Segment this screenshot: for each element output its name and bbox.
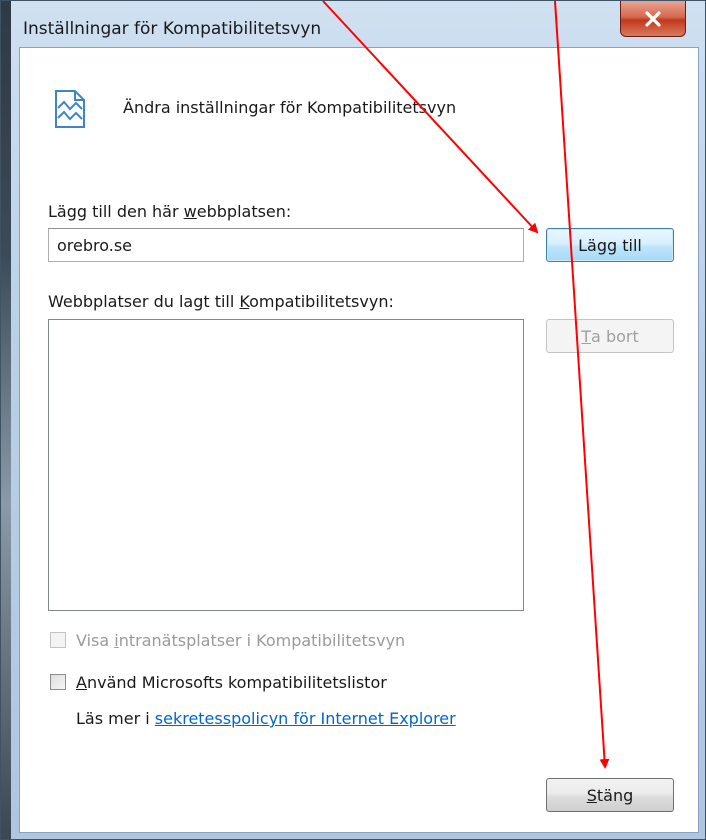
close-x-icon xyxy=(645,10,661,27)
add-site-label: Lägg till den här webbplatsen: xyxy=(48,202,292,221)
intranet-checkbox[interactable] xyxy=(50,632,66,648)
dialog-heading: Ändra inställningar för Kompatibilitetsv… xyxy=(123,98,457,117)
privacy-line: Läs mer i sekretesspolicyn för Internet … xyxy=(76,709,456,728)
added-sites-list[interactable] xyxy=(48,319,524,611)
microsoft-lists-checkbox[interactable] xyxy=(50,674,66,690)
site-list-label: Webbplatser du lagt till Kompatibilitets… xyxy=(48,292,394,311)
title-bar[interactable]: Inställningar för Kompatibilitetsvyn xyxy=(11,1,705,43)
microsoft-lists-checkbox-label: Använd Microsofts kompatibilitetslistor xyxy=(76,673,387,692)
window-close-button[interactable] xyxy=(620,1,686,37)
remove-site-button[interactable]: Ta bort xyxy=(546,319,674,353)
add-site-input[interactable] xyxy=(48,228,524,262)
compatibility-view-dialog: Inställningar för Kompatibilitetsvyn Änd… xyxy=(0,0,706,840)
background-window-edge xyxy=(1,1,11,839)
intranet-checkbox-label: Visa intranätsplatser i Kompatibilitetsv… xyxy=(76,631,406,650)
privacy-policy-link[interactable]: sekretesspolicyn för Internet Explorer xyxy=(155,709,456,728)
compatibility-view-icon xyxy=(53,88,87,134)
add-site-button[interactable]: Lägg till xyxy=(546,228,674,262)
close-dialog-button[interactable]: Stäng xyxy=(546,778,674,812)
privacy-prefix: Läs mer i xyxy=(76,709,155,728)
dialog-content: Ändra inställningar för Kompatibilitetsv… xyxy=(19,47,699,833)
window-title: Inställningar för Kompatibilitetsvyn xyxy=(23,19,322,39)
